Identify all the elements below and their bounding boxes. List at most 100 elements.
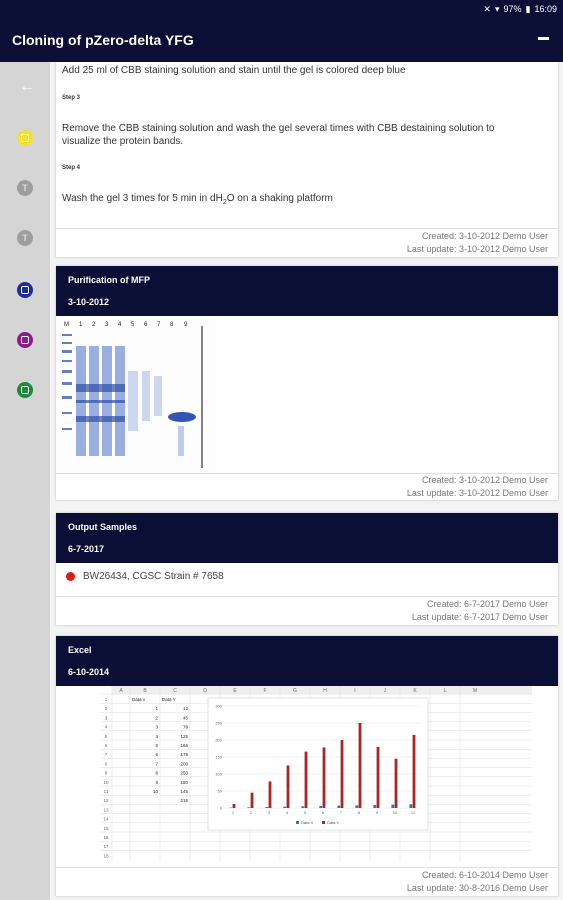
page-title: Cloning of pZero-delta YFG: [12, 32, 194, 48]
protocol-line-3-text: Wash the gel 3 times for 5 min in dH: [62, 193, 223, 204]
excel-preview[interactable]: A B C D E F G H I J K L M123456789101112131415161718…: [100, 686, 550, 866]
sidebar: ← T T: [0, 62, 50, 900]
created-text: Created: 3-10-2012 Demo User: [421, 475, 548, 485]
sheet-column-header: C: [173, 688, 177, 694]
chart-bar: [265, 806, 269, 808]
sheet-cell: 10: [153, 789, 159, 794]
excel-card[interactable]: Excel 6-10-2014 A B C D E F G H I J K L M 1 2 3 4 5 6 7 8 9 10…: [56, 636, 558, 896]
divider: [56, 228, 558, 229]
sample-status-dot: [66, 572, 75, 581]
card-date: 3-10-2012: [68, 297, 110, 307]
chart-y-tick: 100: [215, 772, 222, 777]
sheet-column-header: G: [293, 688, 297, 694]
image-item-icon[interactable]: [17, 282, 33, 298]
sheet-row-header: 12: [103, 798, 109, 803]
protocol-line-2a: Remove the CBB staining solution and was…: [62, 123, 495, 134]
card-meta: Created: 6-7-2017 Demo User Last update:…: [412, 598, 548, 624]
chart-bar: [247, 807, 251, 808]
text-item-icon[interactable]: T: [17, 180, 33, 196]
sample-name: BW26434, CGSC Strain # 7658: [83, 571, 224, 582]
step-4-label: Step 4: [62, 165, 81, 171]
sheet-column-header: H: [323, 688, 327, 694]
card-date: 6-10-2014: [68, 667, 110, 677]
samples-card[interactable]: Output Samples 6-7-2017 BW26434, CGSC St…: [56, 513, 558, 625]
chart-bar: [337, 805, 341, 808]
chart-bar: [283, 806, 287, 808]
chart-bar: [250, 792, 254, 808]
sheet-column-header: F: [263, 688, 266, 694]
updated-text: Last update: 3-10-2012 Demo User: [406, 244, 548, 254]
gel-image[interactable]: M123456789: [56, 316, 216, 472]
chart-bar: [409, 804, 413, 808]
mfp-card[interactable]: Purification of MFP 3-10-2012 M123456789: [56, 266, 558, 500]
sheet-cell: 200: [180, 761, 188, 766]
chart-bar: [376, 746, 380, 808]
protocol-line-2b: visualize the protein bands.: [62, 136, 184, 147]
card-header: Output Samples 6-7-2017: [56, 513, 558, 563]
legend-label: Data Y: [327, 820, 339, 825]
card-header: Purification of MFP 3-10-2012: [56, 266, 558, 316]
created-text: Created: 6-7-2017 Demo User: [426, 599, 548, 609]
created-text: Created: 6-10-2014 Demo User: [421, 870, 548, 880]
divider: [56, 596, 558, 597]
card-meta: Created: 3-10-2012 Demo User Last update…: [407, 474, 548, 500]
legend-label: Data X: [301, 820, 314, 825]
chart-bar: [358, 723, 362, 808]
chart-y-tick: 300: [215, 704, 222, 709]
divider: [56, 867, 558, 868]
card-meta: Created: 6-10-2014 Demo User Last update…: [407, 869, 548, 895]
yellow-item-icon[interactable]: [17, 130, 33, 146]
card-title: Excel: [68, 645, 92, 655]
updated-text: Last update: 30-8-2016 Demo User: [406, 883, 548, 893]
sample-item-icon[interactable]: [17, 332, 33, 348]
sheet-column-header: D: [203, 688, 207, 694]
protocol-line-1: Add 25 ml of CBB staining solution and s…: [62, 65, 406, 76]
sheet-row-header: 18: [103, 853, 109, 858]
chart-bar: [304, 751, 308, 808]
sheet-cell: 45: [183, 715, 189, 720]
excel-item-icon[interactable]: [17, 382, 33, 398]
sheet-cell: 215: [180, 798, 188, 803]
legend-swatch: [322, 821, 325, 824]
card-date: 6-7-2017: [68, 544, 105, 554]
sheet-cell: 166: [180, 743, 188, 748]
back-arrow-icon[interactable]: ←: [19, 78, 35, 96]
sheet-cell: 145: [180, 789, 188, 794]
sheet-column-header: L: [444, 688, 447, 694]
app-bar: Cloning of pZero-delta YFG: [0, 18, 563, 62]
sheet-row-header: 14: [103, 817, 109, 822]
sample-row[interactable]: BW26434, CGSC Strain # 7658: [66, 571, 224, 582]
sheet-cell: 78: [183, 725, 189, 730]
battery-level: 97%: [503, 4, 522, 14]
sheet-row-header: 11: [104, 789, 109, 794]
sheet-cell: 125: [180, 734, 188, 739]
sheet-cell: Data Y: [162, 697, 176, 702]
chart-bar: [412, 734, 416, 808]
created-text: Created: 3-10-2012 Demo User: [421, 231, 548, 241]
card-title: Purification of MFP: [68, 275, 150, 285]
step-3-label: Step 3: [62, 95, 81, 101]
text-item-label: T: [22, 183, 28, 193]
status-bar: ✕ ▾ 97% ▮ 16:09: [0, 0, 563, 18]
chart-bar: [373, 804, 377, 808]
content-area[interactable]: Add 25 ml of CBB staining solution and s…: [50, 62, 563, 900]
wifi-icon: ▾: [494, 3, 500, 14]
chart-bar: [394, 758, 398, 808]
protocol-line-3-text-end: O on a shaking platform: [226, 193, 333, 204]
chart-x-tick: 10: [393, 810, 398, 815]
collapse-menu-icon[interactable]: [538, 37, 549, 40]
sheet-row-header: 17: [103, 844, 109, 849]
sheet-cell: 178: [180, 752, 188, 757]
card-title: Output Samples: [68, 522, 138, 532]
chart-y-tick: 200: [215, 738, 222, 743]
text-item-icon[interactable]: T: [17, 230, 33, 246]
sheet-column-header: M: [473, 688, 477, 694]
sheet-column-header: I: [354, 688, 355, 694]
chart-bar: [391, 804, 395, 808]
legend-swatch: [296, 821, 299, 824]
gel-lane-label: M: [64, 322, 69, 328]
updated-text: Last update: 3-10-2012 Demo User: [406, 488, 548, 498]
mute-icon: ✕: [483, 3, 491, 14]
sheet-row-header: 10: [103, 780, 109, 785]
chart-bar: [232, 803, 236, 808]
